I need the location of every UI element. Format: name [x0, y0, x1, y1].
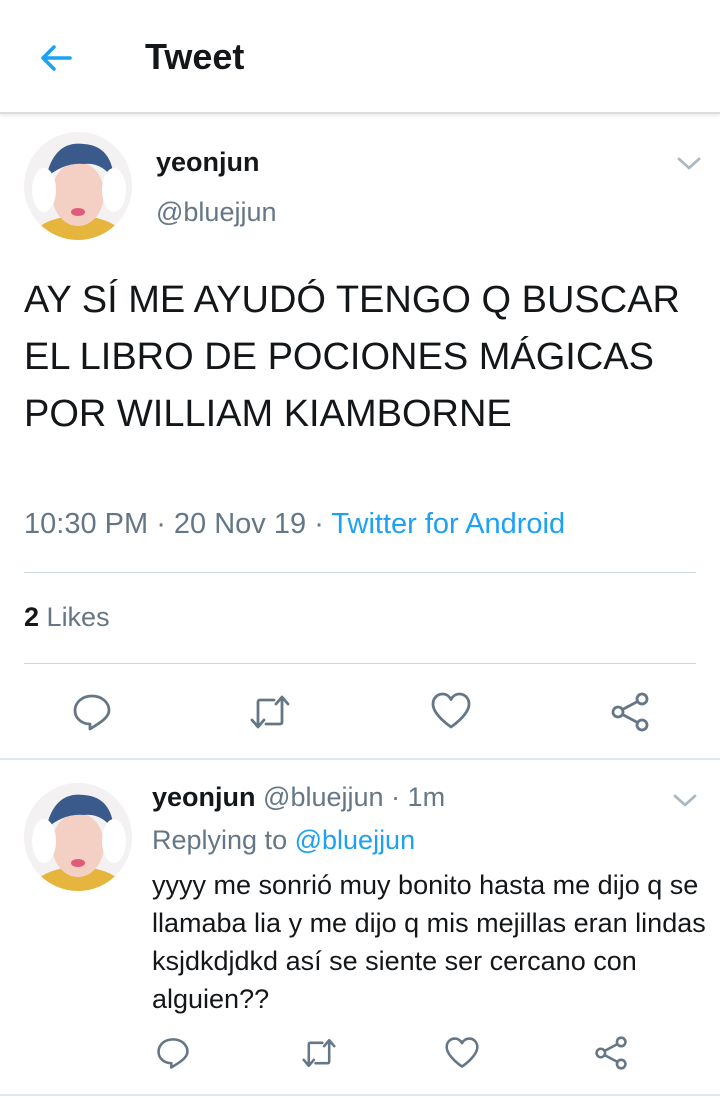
- meta-separator: ·: [314, 508, 332, 540]
- reply-age: 1m: [407, 782, 446, 812]
- retweet-icon[interactable]: [300, 1036, 338, 1070]
- page-title: Tweet: [145, 36, 245, 77]
- replying-prefix: Replying to: [152, 825, 288, 855]
- section-separator: [0, 1094, 720, 1096]
- avatar[interactable]: [24, 132, 132, 240]
- reply-icon[interactable]: [156, 1036, 190, 1070]
- share-icon[interactable]: [610, 692, 650, 732]
- like-icon[interactable]: [444, 1036, 480, 1070]
- top-bar: Tweet: [0, 0, 720, 114]
- tweet-date: 20 Nov 19: [173, 508, 307, 540]
- like-icon[interactable]: [430, 691, 472, 731]
- tweet-source-link[interactable]: Twitter for Android: [331, 508, 565, 540]
- reply-author-line[interactable]: yeonjun @bluejjun · 1m: [152, 782, 445, 813]
- reply-text: yyyy me sonrió muy bonito hasta me dijo …: [152, 870, 706, 1014]
- tweet-text: AY SÍ ME AYUDÓ TENGO Q BUSCAR EL LIBRO D…: [24, 279, 681, 435]
- replying-to-link[interactable]: @bluejjun: [295, 825, 416, 855]
- likes-label: Likes: [46, 602, 110, 632]
- arrow-left-icon[interactable]: [36, 38, 76, 78]
- tweet-time: 10:30 PM: [24, 508, 149, 540]
- reply-author-name: yeonjun: [152, 782, 256, 812]
- replying-to: Replying to @bluejjun: [152, 825, 415, 856]
- divider: [24, 663, 696, 664]
- reply-author-handle: @bluejjun: [263, 782, 384, 812]
- meta-separator: ·: [391, 782, 408, 812]
- section-separator: [0, 758, 720, 760]
- likes-number: 2: [24, 602, 40, 632]
- chevron-down-icon[interactable]: [672, 793, 698, 809]
- meta-separator: ·: [156, 508, 174, 540]
- divider: [24, 572, 696, 573]
- author-handle[interactable]: @bluejjun: [156, 197, 277, 228]
- author-name[interactable]: yeonjun: [156, 147, 260, 178]
- tweet-meta: 10:30 PM · 20 Nov 19 · Twitter for Andro…: [24, 508, 565, 541]
- likes-count[interactable]: 2 Likes: [24, 602, 110, 633]
- retweet-icon[interactable]: [248, 692, 292, 732]
- share-icon[interactable]: [594, 1036, 628, 1070]
- reply-icon[interactable]: [72, 692, 112, 732]
- reply-avatar[interactable]: [24, 783, 132, 891]
- chevron-down-icon[interactable]: [676, 156, 702, 172]
